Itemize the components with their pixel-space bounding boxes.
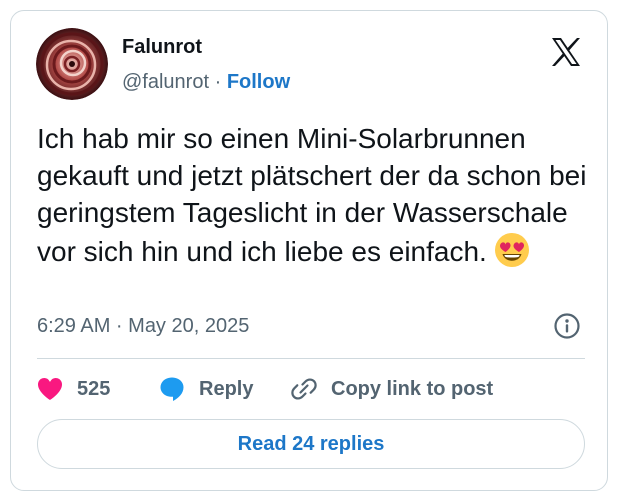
- link-icon: [291, 378, 317, 400]
- reply-label: Reply: [199, 377, 254, 400]
- tweet-timestamp[interactable]: 6:29 AM · May 20, 2025: [37, 313, 249, 339]
- divider: [37, 358, 585, 359]
- author-handle[interactable]: @falunrot: [122, 71, 209, 93]
- follow-button[interactable]: Follow: [227, 71, 290, 93]
- avatar-swirl-image: [36, 28, 108, 100]
- like-button[interactable]: 525: [37, 373, 110, 405]
- tweet-text: Ich hab mir so einen Mini-Solarbrunnen g…: [37, 120, 597, 270]
- separator-dot: ·: [214, 71, 222, 93]
- action-bar: 525 Reply Copy link to post: [37, 373, 597, 405]
- copy-link-button[interactable]: Copy link to post: [291, 373, 493, 405]
- like-count: 525: [77, 377, 111, 400]
- author-subline: @falunrot · Follow: [122, 69, 290, 95]
- author-display-name[interactable]: Falunrot: [122, 34, 202, 60]
- speech-bubble-icon: [160, 377, 184, 401]
- info-icon[interactable]: [553, 312, 581, 340]
- tweet-card: Falunrot @falunrot · Follow Ich hab mir …: [10, 10, 608, 491]
- copy-link-label: Copy link to post: [331, 377, 494, 400]
- read-replies-button[interactable]: Read 24 replies: [37, 419, 585, 469]
- avatar[interactable]: [36, 28, 108, 100]
- read-replies-label: Read 24 replies: [237, 432, 385, 455]
- reply-button[interactable]: Reply: [159, 373, 253, 405]
- x-logo-icon[interactable]: [550, 36, 582, 68]
- heart-eyes-emoji-icon: [493, 231, 531, 269]
- heart-icon: [38, 378, 62, 400]
